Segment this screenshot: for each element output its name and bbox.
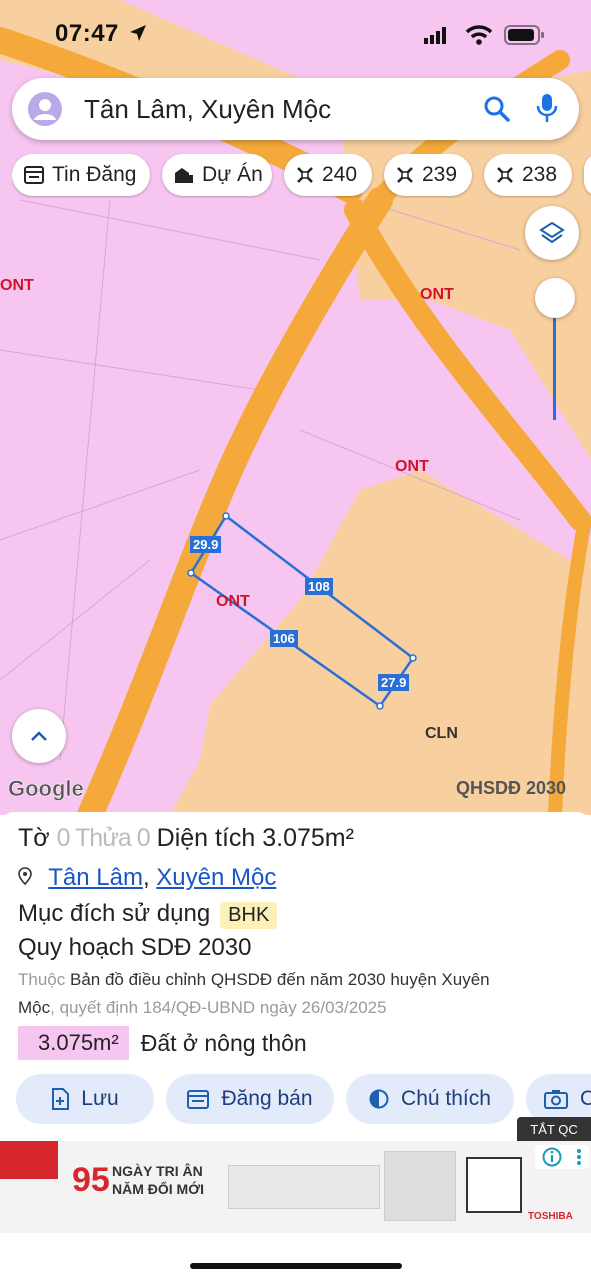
area-value-pill: 3.075m² (18, 1026, 129, 1060)
expand-panel-button[interactable] (12, 709, 66, 763)
search-icon[interactable] (483, 95, 511, 123)
plan-desc-main: Bản đồ điều chỉnh QHSDĐ đến năm 2030 huy… (69, 970, 490, 989)
status-bar: 07:47 (0, 0, 591, 70)
chip-parcel-240[interactable]: 240 (284, 154, 372, 196)
edge-length-label: 106 (270, 630, 298, 647)
zone-area-row: 3.075m² Đất ở nông thôn (18, 1026, 307, 1060)
ad-product-image (228, 1165, 380, 1209)
ad-headline-line2: NĂM ĐỔI MỚI (112, 1181, 205, 1197)
chip-label: 238 (522, 163, 558, 186)
battery-icon (504, 25, 544, 45)
more-vertical-icon[interactable] (576, 1147, 582, 1167)
plan-desc-suffix: , quyết định 184/QĐ-UBND ngày 26/03/2025 (50, 998, 387, 1017)
area-label: Diện tích 3.075m² (156, 824, 354, 852)
contrast-icon (369, 1089, 389, 1109)
parcel-icon (496, 166, 514, 184)
title-obscured: 0 Thửa 0 (56, 824, 151, 852)
zoom-slider-track[interactable] (553, 300, 556, 420)
map-view[interactable]: 07:47 Tân Lâm, Xuyên Mộc Tin Đăng Dự Án … (0, 0, 591, 815)
ad-info-controls[interactable] (535, 1145, 589, 1169)
district-link[interactable]: Xuyên Mộc (156, 864, 276, 891)
ad-logo (0, 1141, 58, 1179)
edge-length-label: 29.9 (190, 536, 222, 553)
google-logo: Google (8, 776, 84, 802)
chip-label: Dự Án (202, 163, 263, 186)
building-icon (174, 166, 194, 184)
ad-fridge-image (384, 1151, 456, 1221)
chip-du-an[interactable]: Dự Án (162, 154, 272, 196)
layers-icon (539, 221, 565, 244)
chip-label: 239 (422, 163, 458, 186)
add-file-icon (51, 1088, 70, 1110)
parcel-title: Tờ 0 Thửa 0 Diện tích 3.075m² (18, 824, 354, 853)
area-type: Đất ở nông thôn (140, 1029, 307, 1056)
action-buttons: Lưu Đăng bán Chú thích C (16, 1074, 591, 1126)
plan-desc-prefix: Thuộc (18, 970, 66, 989)
status-time: 07:47 (55, 20, 119, 47)
land-use-row: Mục đích sử dụng BHK (18, 900, 278, 929)
ad-banner[interactable]: 95 NGÀY TRI ÂN NĂM ĐỔI MỚI TOSHIBA (0, 1141, 591, 1233)
zone-label-ont: ONT (395, 458, 429, 475)
ad-brand: TOSHIBA (528, 1211, 573, 1222)
zone-label-ont: ONT (216, 593, 250, 610)
plan-description: Thuộc Bản đồ điều chỉnh QHSDĐ đến năm 20… (18, 966, 578, 1022)
plan-desc-main2: Mộc (18, 998, 51, 1017)
home-indicator-area (0, 1233, 591, 1280)
save-button-label: Lưu (81, 1087, 119, 1110)
close-ad-button[interactable]: TẮT QC (517, 1117, 591, 1141)
signal-icon (424, 27, 446, 44)
chevron-up-icon (31, 731, 47, 741)
location-arrow-icon (130, 25, 146, 41)
zone-label-ont: ONT (420, 286, 454, 303)
wifi-icon (465, 25, 493, 45)
plan-title: Quy hoạch SDĐ 2030 (18, 934, 252, 961)
layer-name-label: QHSDĐ 2030 (456, 778, 567, 798)
chip-tin-dang[interactable]: Tin Đăng (12, 154, 150, 196)
title-prefix: Tờ (18, 824, 50, 852)
zone-label-cln: CLN (425, 725, 458, 742)
layers-button[interactable] (525, 206, 579, 260)
edge-length-label: 108 (305, 578, 333, 595)
location-separator: , (142, 864, 150, 891)
search-input[interactable]: Tân Lâm, Xuyên Mộc (84, 94, 331, 125)
legend-label: Chú thích (401, 1087, 491, 1110)
zone-label-ont: ONT (0, 277, 34, 294)
chip-more[interactable] (584, 154, 591, 196)
purpose-label: Mục đích sử dụng (18, 900, 211, 927)
parcel-icon (296, 166, 314, 184)
chip-parcel-239[interactable]: 239 (384, 154, 472, 196)
ad-headline-number: 95 (72, 1161, 110, 1199)
chip-label: 240 (322, 163, 358, 186)
parcel-info-panel: Tờ 0 Thửa 0 Diện tích 3.075m² Tân Lâm, X… (0, 812, 591, 1142)
info-icon[interactable] (542, 1147, 562, 1167)
parcel-location: Tân Lâm, Xuyên Mộc (18, 864, 276, 892)
parcel-icon (396, 166, 414, 184)
save-button[interactable]: Lưu (16, 1074, 154, 1124)
user-avatar-icon (34, 99, 56, 120)
zoom-slider-handle[interactable] (535, 278, 575, 318)
location-pin-icon (18, 867, 32, 886)
purpose-badge: BHK (220, 902, 278, 929)
listing-icon (24, 166, 44, 184)
home-indicator[interactable] (190, 1263, 402, 1269)
chip-parcel-238[interactable]: 238 (484, 154, 572, 196)
camera-icon (544, 1089, 568, 1109)
legend-button[interactable]: Chú thích (346, 1074, 514, 1124)
ad-qr-code (466, 1157, 522, 1213)
avatar[interactable] (28, 92, 62, 126)
calendar-icon (187, 1089, 210, 1109)
commune-link[interactable]: Tân Lâm (48, 864, 143, 891)
filter-chips: Tin Đăng Dự Án 240 239 238 (12, 154, 591, 198)
ad-headline-line1: NGÀY TRI ÂN (112, 1163, 203, 1179)
photo-label: C (580, 1087, 591, 1110)
microphone-icon[interactable] (536, 92, 558, 124)
chip-label: Tin Đăng (52, 163, 137, 186)
post-for-sale-button[interactable]: Đăng bán (166, 1074, 334, 1124)
edge-length-label: 27.9 (378, 674, 410, 691)
post-for-sale-label: Đăng bán (221, 1087, 313, 1110)
search-bar[interactable]: Tân Lâm, Xuyên Mộc (12, 78, 579, 140)
